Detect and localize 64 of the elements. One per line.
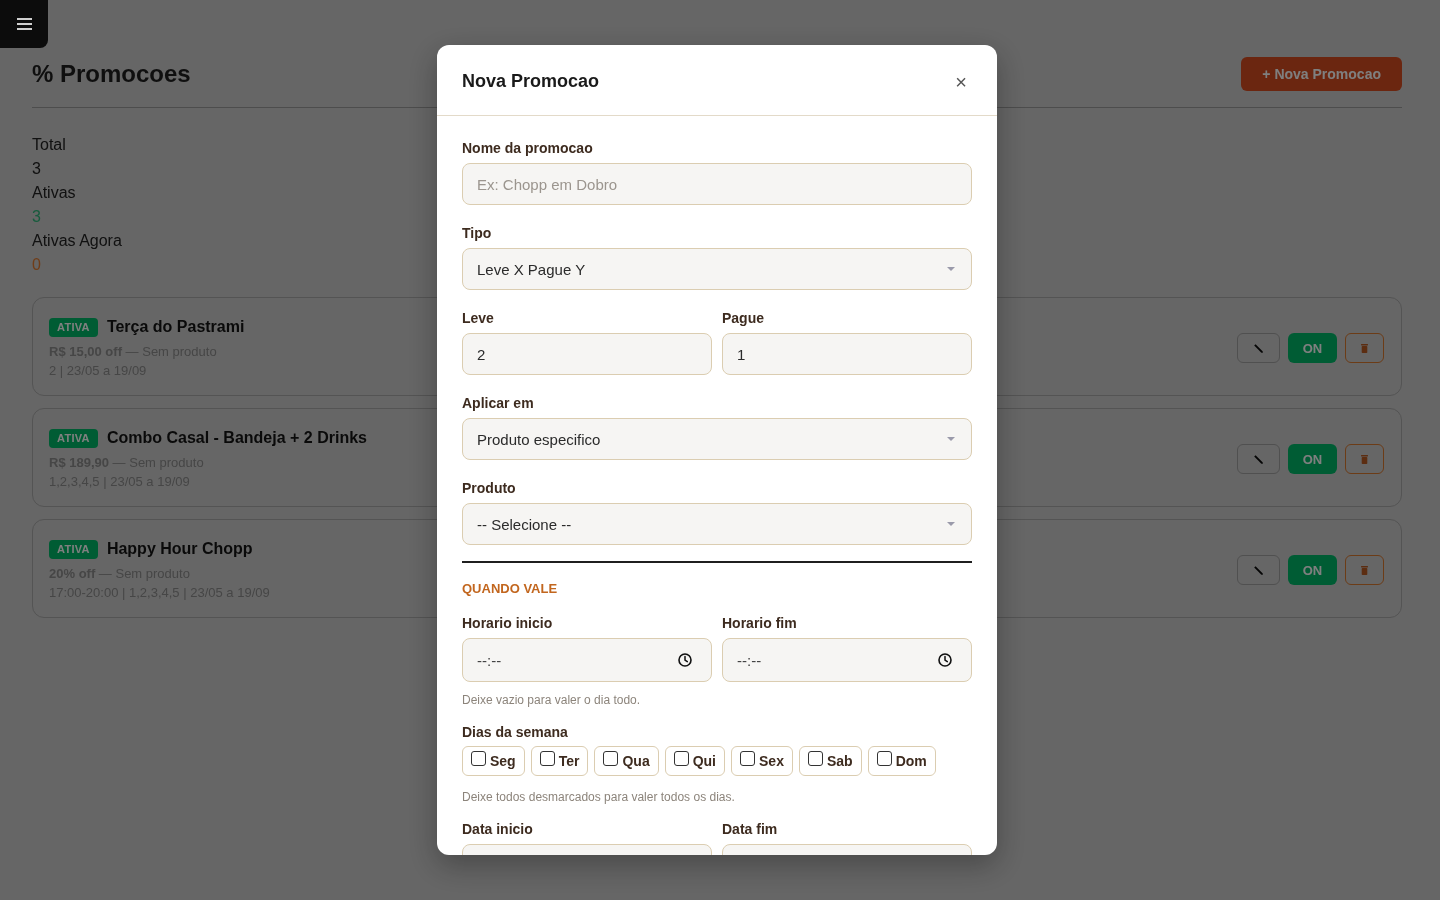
weekday-option[interactable]: Qui [664, 746, 725, 776]
section-title: QUANDO VALE [462, 580, 558, 598]
hint-text: Deixe todos desmarcados para valer todos os dias. [462, 789, 735, 805]
caret-icon [947, 437, 955, 441]
promotion-name: Happy Hour Chopp [106, 540, 253, 558]
caret-icon [947, 522, 955, 526]
clock-icon [678, 653, 692, 667]
weekday-option[interactable]: Sab [798, 746, 862, 776]
caret-icon [947, 267, 955, 271]
checkbox[interactable] [539, 751, 555, 766]
close-button[interactable]: × [955, 71, 967, 92]
stat-label: Ativas [32, 183, 76, 203]
field-label: Aplicar em [462, 394, 534, 413]
select-field[interactable]: -- Selecione -- [462, 503, 972, 545]
field-label: Horario inicio [462, 614, 553, 633]
field-label: Data inicio [462, 820, 533, 839]
pencil-icon [1254, 565, 1263, 575]
field-label: Produto [462, 479, 516, 498]
time-field[interactable]: --:-- [462, 638, 712, 682]
checkbox[interactable] [740, 751, 755, 766]
modal-title: Nova Promocao [462, 71, 600, 92]
checkbox[interactable] [471, 751, 486, 766]
stat-value: 3 [32, 207, 41, 227]
field-label: Pague [722, 309, 764, 328]
weekday-option[interactable]: Qua [594, 746, 659, 776]
field-label: Leve [462, 309, 494, 328]
field-label: Nome da promocao [462, 139, 593, 158]
weekday-option[interactable]: Seg [462, 746, 525, 776]
field-label: Data fim [722, 820, 778, 839]
page-title: % Promocoes [32, 59, 191, 89]
status-badge: ATIVA [49, 428, 98, 448]
checkbox[interactable] [807, 751, 823, 766]
field-label: Dias da semana [462, 723, 568, 742]
time-field[interactable]: --:-- [722, 638, 972, 682]
checkbox[interactable] [673, 751, 689, 766]
input-field[interactable]: Ex: Chopp em Dobro [462, 163, 972, 205]
stat-label: Ativas Agora [32, 231, 122, 251]
trash-icon [1361, 454, 1368, 464]
menu-button[interactable] [0, 0, 48, 48]
trash-icon [1361, 343, 1368, 353]
input-field[interactable]: 2 [462, 333, 712, 375]
weekday-option[interactable]: Sex [731, 746, 793, 776]
checkbox[interactable] [876, 751, 892, 766]
status-badge: ATIVA [49, 317, 98, 337]
weekday-option[interactable]: Ter [530, 746, 589, 776]
weekday-option[interactable]: Dom [867, 746, 936, 776]
promotion-name: Combo Casal - Bandeja + 2 Drinks [106, 429, 367, 447]
select-field[interactable]: Produto especifico [462, 418, 972, 460]
pencil-icon [1254, 343, 1263, 353]
stat-value: 0 [32, 255, 41, 275]
input-field[interactable]: 1 [722, 333, 972, 375]
menu-icon [16, 18, 32, 30]
clock-icon [938, 653, 952, 667]
hint-text: Deixe vazio para valer o dia todo. [462, 692, 641, 708]
field-label: Horario fim [722, 614, 797, 633]
stat-label: Total [32, 135, 66, 155]
stat-value: 3 [32, 159, 41, 179]
trash-icon [1361, 565, 1368, 575]
status-badge: ATIVA [49, 539, 98, 559]
field-label: Tipo [462, 224, 492, 243]
promotion-name: Terça do Pastrami [106, 318, 245, 336]
select-field[interactable]: Leve X Pague Y [462, 248, 972, 290]
pencil-icon [1254, 454, 1263, 464]
checkbox[interactable] [603, 751, 619, 766]
